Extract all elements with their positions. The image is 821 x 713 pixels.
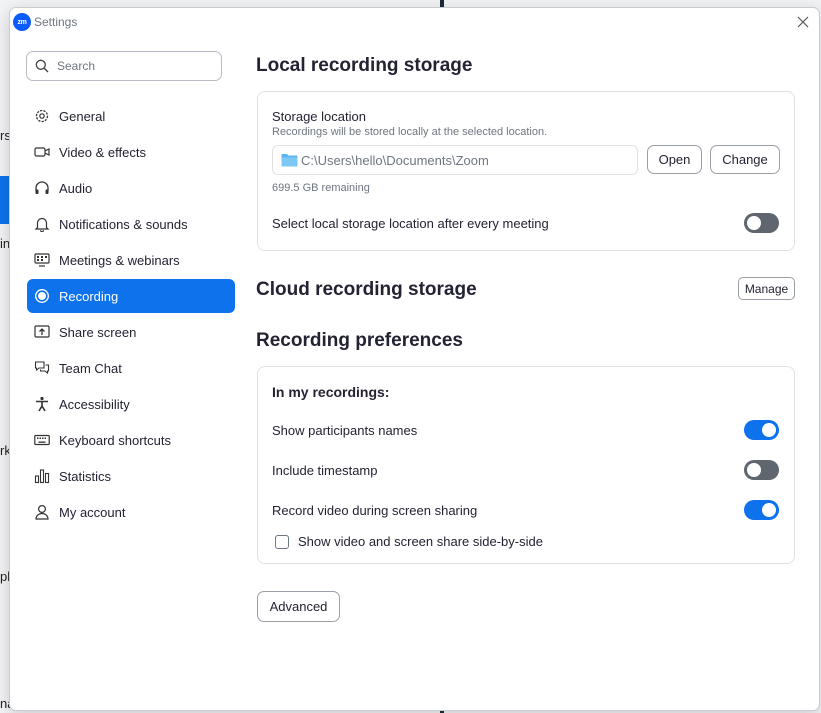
manage-cloud-button[interactable]: Manage — [738, 277, 795, 300]
background-blue-button — [0, 176, 9, 224]
meetings-icon — [33, 251, 51, 269]
title-bar: zm Settings — [10, 8, 819, 36]
record-video-toggle[interactable] — [744, 500, 779, 520]
side-by-side-label: Show video and screen share side-by-side — [298, 534, 543, 549]
toggle-knob — [762, 423, 776, 437]
sidebar-item-label: Recording — [59, 288, 119, 304]
recording-preferences-heading: Recording preferences — [256, 330, 463, 351]
search-box[interactable] — [26, 51, 222, 81]
sidebar-item-label: Team Chat — [59, 360, 122, 376]
search-icon — [35, 59, 49, 73]
select-after-meeting-label: Select local storage location after ever… — [272, 216, 549, 231]
show-names-label: Show participants names — [272, 423, 418, 438]
show-names-toggle[interactable] — [744, 420, 779, 440]
record-video-label: Record video during screen sharing — [272, 503, 478, 518]
sidebar-item-general[interactable]: General — [27, 99, 235, 133]
sidebar-item-keyboard-shortcuts[interactable]: Keyboard shortcuts — [27, 423, 235, 457]
toggle-knob — [747, 216, 761, 230]
accessibility-icon — [33, 395, 51, 413]
sidebar-item-audio[interactable]: Audio — [27, 171, 235, 205]
search-input[interactable] — [55, 58, 209, 74]
sidebar-item-label: Accessibility — [59, 396, 130, 412]
folder-icon — [281, 154, 298, 167]
sidebar-item-label: Keyboard shortcuts — [59, 432, 172, 448]
select-after-meeting-toggle[interactable] — [744, 213, 779, 233]
sidebar-item-label: Audio — [59, 180, 93, 196]
storage-path-text: C:\Users\hello\Documents\Zoom — [301, 152, 489, 168]
toggle-knob — [747, 463, 761, 477]
keyboard-icon — [33, 431, 51, 449]
in-my-recordings-title: In my recordings: — [272, 384, 390, 400]
sidebar-item-label: Notifications & sounds — [59, 216, 188, 232]
storage-location-description: Recordings will be stored locally at the… — [272, 126, 548, 138]
bell-icon — [33, 215, 51, 233]
headphones-icon — [33, 179, 51, 197]
sidebar-item-statistics[interactable]: Statistics — [27, 459, 235, 493]
toggle-knob — [762, 503, 776, 517]
sidebar-item-label: My account — [59, 504, 126, 520]
change-folder-button[interactable]: Change — [710, 145, 780, 174]
sidebar-item-share-screen[interactable]: Share screen — [27, 315, 235, 349]
local-storage-heading: Local recording storage — [256, 55, 473, 76]
sidebar-item-label: Share screen — [59, 324, 137, 340]
share-screen-icon — [33, 323, 51, 341]
person-icon — [33, 503, 51, 521]
timestamp-label: Include timestamp — [272, 463, 378, 478]
side-by-side-checkbox[interactable] — [275, 535, 289, 549]
sidebar-nav: General Video & effects Audio Notificati… — [27, 99, 235, 531]
storage-location-label: Storage location — [272, 109, 366, 124]
sidebar-item-label: General — [59, 108, 106, 124]
timestamp-toggle[interactable] — [744, 460, 779, 480]
window-title: Settings — [34, 15, 78, 29]
close-button[interactable] — [793, 12, 813, 32]
storage-path-field[interactable]: C:\Users\hello\Documents\Zoom — [272, 145, 638, 175]
sidebar-item-label: Statistics — [59, 468, 112, 484]
open-folder-button[interactable]: Open — [647, 145, 702, 174]
settings-window: zm Settings General Video & effects — [9, 7, 820, 711]
video-camera-icon — [33, 143, 51, 161]
cloud-storage-heading: Cloud recording storage — [256, 279, 477, 300]
sidebar-item-my-account[interactable]: My account — [27, 495, 235, 529]
storage-remaining: 699.5 GB remaining — [272, 182, 370, 194]
record-icon — [33, 287, 51, 305]
sidebar-item-accessibility[interactable]: Accessibility — [27, 387, 235, 421]
sidebar-item-team-chat[interactable]: Team Chat — [27, 351, 235, 385]
zoom-logo: zm — [13, 13, 31, 31]
sidebar-item-recording[interactable]: Recording — [27, 279, 235, 313]
recording-preferences-card: In my recordings: Show participants name… — [257, 366, 795, 564]
sidebar-item-label: Video & effects — [59, 144, 146, 160]
gear-icon — [33, 107, 51, 125]
sidebar-item-notifications-sounds[interactable]: Notifications & sounds — [27, 207, 235, 241]
chat-bubbles-icon — [33, 359, 51, 377]
sidebar-item-video-effects[interactable]: Video & effects — [27, 135, 235, 169]
advanced-button[interactable]: Advanced — [257, 591, 340, 622]
sidebar-item-label: Meetings & webinars — [59, 252, 180, 268]
close-icon — [797, 16, 809, 28]
sidebar-item-meetings-webinars[interactable]: Meetings & webinars — [27, 243, 235, 277]
bar-chart-icon — [33, 467, 51, 485]
local-storage-card: Storage location Recordings will be stor… — [257, 91, 795, 251]
